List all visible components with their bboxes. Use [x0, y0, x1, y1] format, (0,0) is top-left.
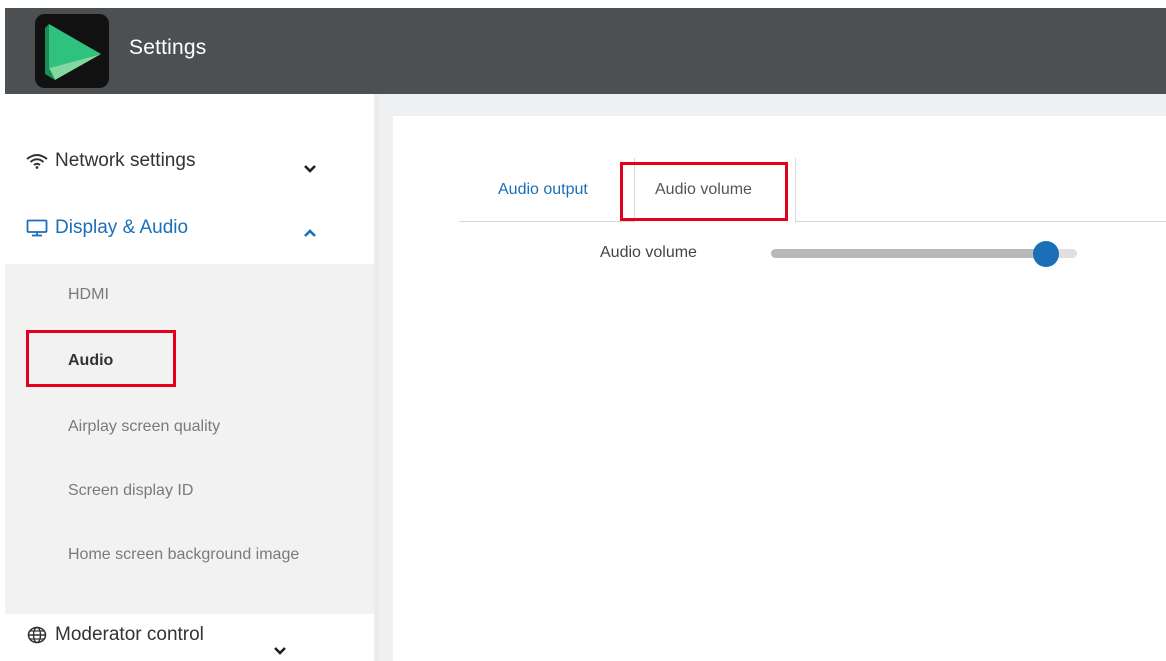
sidebar-group-network-settings[interactable]: Network settings	[25, 150, 195, 172]
sidebar-subitem-hdmi[interactable]: HDMI	[68, 283, 109, 307]
main-content: Audio output Audio volume Audio volume	[379, 94, 1166, 661]
sidebar-subitem-screen-display-id[interactable]: Screen display ID	[68, 479, 193, 503]
globe-icon	[25, 625, 49, 645]
sidebar-subitem-audio[interactable]: Audio	[68, 349, 113, 373]
slider-fill	[771, 249, 1047, 258]
sidebar-group-display-audio[interactable]: Display & Audio	[25, 217, 188, 239]
sidebar: Network settings Display & Audio HDMI Au…	[5, 94, 379, 661]
sidebar-subitem-home-background[interactable]: Home screen background image	[68, 543, 328, 567]
audio-volume-label: Audio volume	[600, 244, 697, 261]
sidebar-group-label: Display & Audio	[55, 217, 189, 238]
sidebar-group-label: Moderator control	[55, 624, 204, 645]
tab-bar: Audio output Audio volume	[459, 158, 1166, 223]
app-title: Settings	[129, 36, 207, 59]
wifi-icon	[25, 151, 49, 171]
play-logo-icon	[35, 14, 109, 88]
sidebar-subitem-airplay-quality[interactable]: Airplay screen quality	[68, 415, 220, 439]
settings-app: Settings Network settings Display & Audi…	[0, 0, 1166, 661]
monitor-icon	[25, 218, 49, 238]
sidebar-group-label: Network settings	[55, 150, 196, 171]
chevron-down-icon[interactable]	[303, 164, 317, 174]
tab-audio-volume[interactable]: Audio volume	[634, 158, 796, 223]
chevron-down-icon[interactable]	[273, 646, 287, 656]
audio-volume-slider[interactable]	[771, 241, 1077, 267]
settings-panel: Audio output Audio volume Audio volume	[393, 116, 1166, 661]
app-header: Settings	[5, 8, 1166, 94]
sidebar-group-moderator-control[interactable]: Moderator control	[25, 624, 204, 646]
tab-audio-output[interactable]: Audio output	[498, 158, 588, 222]
slider-thumb[interactable]	[1033, 241, 1060, 267]
chevron-up-icon[interactable]	[303, 228, 317, 238]
